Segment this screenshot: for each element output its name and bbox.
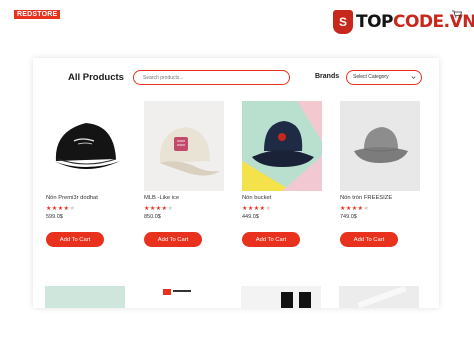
add-to-cart-button[interactable]: Add To Cart — [144, 232, 202, 247]
products-panel: All Products Brands Select Category — [33, 58, 439, 308]
product-image[interactable] — [144, 101, 224, 191]
product-price: 599.0$ — [46, 214, 63, 220]
product-image[interactable] — [339, 286, 419, 308]
product-rating: ★★★★★ — [46, 206, 76, 212]
product-image[interactable] — [46, 101, 126, 191]
add-to-cart-button[interactable]: Add To Cart — [340, 232, 398, 247]
grey-bucket-hat-image — [340, 101, 420, 191]
product-grid-row-2 — [45, 286, 437, 308]
add-to-cart-button[interactable]: Add To Cart — [242, 232, 300, 247]
product-card[interactable]: Nón tròn FREESIZE ★★★★★ 749.0$ Add To Ca… — [339, 101, 437, 251]
product-rating: ★★★★★ — [144, 206, 174, 212]
page: REDSTORE S TOPCODE.VN All Products Brand… — [0, 0, 474, 355]
watermark-shield-icon: S — [333, 10, 353, 34]
brand-select-value: Select Category — [353, 74, 389, 80]
product-card[interactable]: Nón Premi3r dodhat ★★★★★ 599.0$ Add To C… — [45, 101, 143, 251]
product-image[interactable] — [241, 286, 321, 308]
brand-category-select[interactable]: Select Category — [346, 70, 422, 85]
black-cap-image — [54, 123, 120, 169]
products-toolbar: All Products Brands Select Category — [33, 58, 439, 98]
cart-icon[interactable] — [452, 10, 462, 18]
product-name[interactable]: MLB -Like ice — [144, 195, 179, 201]
navy-bucket-hat-image — [242, 101, 322, 191]
store-logo-text: REDSTORE — [14, 10, 60, 19]
product-price: 749.0$ — [340, 214, 357, 220]
product-name[interactable]: Nón tròn FREESIZE — [340, 195, 392, 201]
product-image[interactable] — [143, 286, 223, 308]
product-card[interactable]: MLB -Like ice ★★★★★ 850.0$ Add To Cart — [143, 101, 241, 251]
product-rating: ★★★★★ — [340, 206, 370, 212]
product-price: 449.0$ — [242, 214, 259, 220]
product-image[interactable] — [45, 286, 125, 308]
chevron-down-icon — [411, 76, 416, 79]
product-name[interactable]: Nón bucket — [242, 195, 271, 201]
product-price: 850.0$ — [144, 214, 161, 220]
search-input[interactable] — [133, 70, 290, 85]
product-image[interactable] — [340, 101, 420, 191]
brands-label: Brands — [315, 73, 340, 80]
page-title: All Products — [68, 72, 124, 83]
add-to-cart-button[interactable]: Add To Cart — [46, 232, 104, 247]
product-card[interactable]: Nón bucket ★★★★★ 449.0$ Add To Cart — [241, 101, 339, 251]
beige-cap-image — [159, 127, 220, 176]
store-logo[interactable]: REDSTORE — [14, 10, 64, 24]
watermark-text-main: TOP — [356, 12, 394, 32]
product-grid: Nón Premi3r dodhat ★★★★★ 599.0$ Add To C… — [45, 101, 437, 251]
product-image[interactable] — [242, 101, 322, 191]
product-rating: ★★★★★ — [242, 206, 272, 212]
product-name[interactable]: Nón Premi3r dodhat — [46, 195, 98, 201]
